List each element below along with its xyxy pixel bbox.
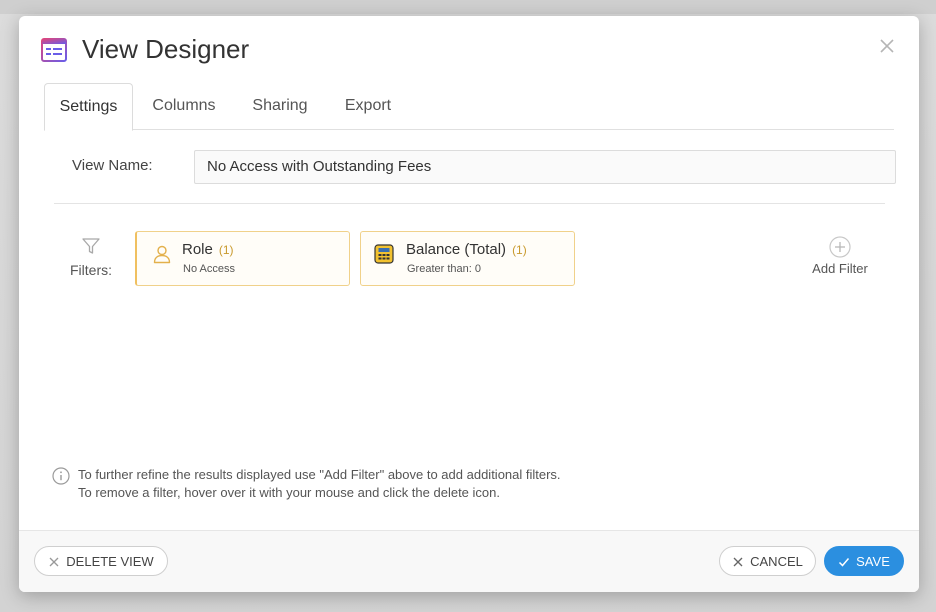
- view-designer-icon: [41, 38, 67, 62]
- filter-title-text: Balance (Total): [406, 241, 507, 258]
- view-name-label: View Name:: [72, 157, 153, 174]
- tab-export[interactable]: Export: [333, 83, 403, 129]
- checkmark-icon: [839, 557, 850, 567]
- tab-sharing[interactable]: Sharing: [243, 83, 317, 129]
- add-circle-icon: [829, 236, 851, 258]
- view-name-input[interactable]: [194, 150, 896, 184]
- close-icon: [733, 557, 743, 567]
- dialog-title: View Designer: [82, 34, 250, 64]
- dialog-footer: DELETE VIEW CANCEL SAVE: [19, 530, 919, 592]
- save-button[interactable]: SAVE: [824, 546, 904, 576]
- info-line-2: To remove a filter, hover over it with y…: [78, 485, 500, 500]
- section-divider: [54, 203, 885, 204]
- filters-label-group: Filters:: [69, 236, 113, 280]
- cancel-button[interactable]: CANCEL: [719, 546, 816, 576]
- filter-title: Balance (Total) (1): [406, 241, 527, 258]
- tab-settings[interactable]: Settings: [44, 83, 133, 131]
- person-icon: [153, 245, 171, 264]
- info-icon: [52, 467, 70, 485]
- info-text: To further refine the results displayed …: [78, 466, 561, 502]
- filter-count: (1): [512, 243, 527, 257]
- delete-view-label: DELETE VIEW: [66, 554, 154, 569]
- tab-bar: Settings Columns Sharing Export: [44, 83, 894, 131]
- filter-title: Role (1): [182, 241, 234, 258]
- funnel-icon: [82, 238, 100, 254]
- view-designer-dialog: View Designer Settings Columns Sharing E…: [19, 16, 919, 592]
- save-label: SAVE: [856, 554, 890, 569]
- tab-columns[interactable]: Columns: [142, 83, 226, 129]
- calculator-icon: [374, 244, 394, 264]
- filter-subtitle: Greater than: 0: [407, 263, 481, 275]
- info-line-1: To further refine the results displayed …: [78, 467, 561, 482]
- close-icon: [49, 557, 59, 567]
- dialog-header: View Designer: [19, 16, 919, 82]
- filter-title-text: Role: [182, 241, 213, 258]
- background-app-bar: [0, 0, 936, 14]
- add-filter-label: Add Filter: [812, 261, 868, 276]
- filter-card-balance[interactable]: Balance (Total) (1) Greater than: 0: [360, 231, 575, 286]
- filter-card-role[interactable]: Role (1) No Access: [135, 231, 350, 286]
- close-icon[interactable]: [877, 36, 897, 56]
- filters-label: Filters:: [70, 262, 112, 278]
- cancel-label: CANCEL: [750, 554, 803, 569]
- filter-count: (1): [218, 243, 234, 257]
- filter-subtitle: No Access: [183, 263, 235, 275]
- add-filter-button[interactable]: Add Filter: [805, 236, 875, 282]
- delete-view-button[interactable]: DELETE VIEW: [34, 546, 168, 576]
